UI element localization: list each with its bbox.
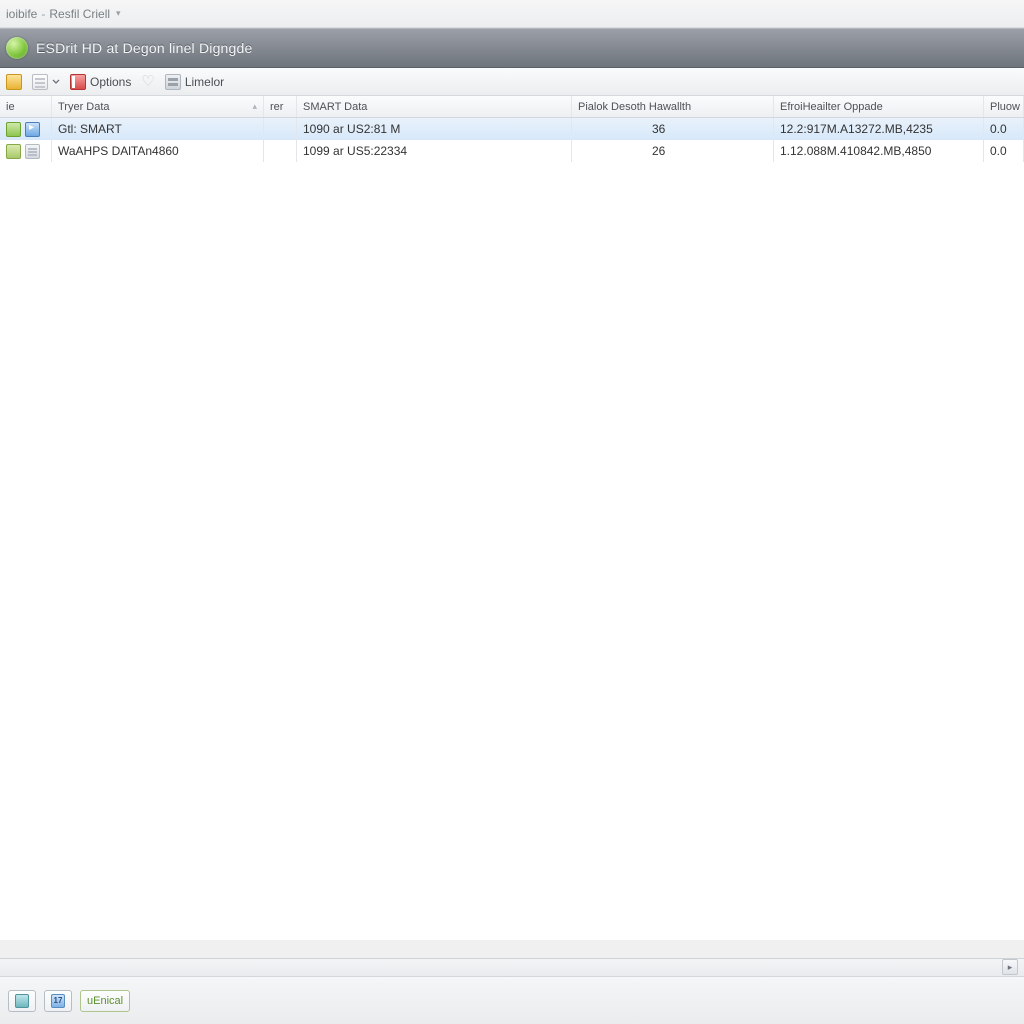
folder-icon [6, 74, 22, 90]
toolbar-sheet-dropdown[interactable] [32, 74, 60, 90]
toolbar-options-button[interactable]: Options [70, 74, 131, 90]
column-header-oppade[interactable]: EfroiHeailter Oppade [774, 96, 984, 117]
table-row[interactable]: WaAHPS DAlTAn4860 1099 ar US5:22334 26 1… [0, 140, 1024, 162]
row-health: 36 [652, 122, 665, 136]
app-header: ESDrit HD at Degon linel Digngde [0, 28, 1024, 68]
row-smart: 1090 ar US2:81 M [303, 122, 400, 136]
table-header: ie Tryer Data▴ rer SMART Data Pialok Des… [0, 96, 1024, 118]
square-teal-icon [15, 994, 29, 1008]
statusbar-button-1[interactable] [8, 990, 36, 1012]
status-icon [6, 144, 21, 159]
toolbar-favorite-button[interactable]: ♡ [141, 74, 154, 89]
table-body: Gtl: SMART 1090 ar US2:81 M 36 12.2:917M… [0, 118, 1024, 940]
column-header-pluow[interactable]: Pluow [984, 96, 1024, 117]
main-toolbar: Options ♡ Limelor [0, 68, 1024, 96]
status-icon [6, 122, 21, 137]
row-name: Gtl: SMART [58, 122, 122, 136]
heart-icon: ♡ [141, 74, 154, 89]
horizontal-scroll-track[interactable] [0, 958, 1024, 976]
titlebar-right-text: Resfil Criell [49, 7, 110, 21]
row-name: WaAHPS DAlTAn4860 [58, 144, 179, 158]
statusbar-button-2[interactable] [44, 990, 72, 1012]
titlebar-dropdown-icon[interactable]: ▾ [116, 8, 121, 19]
statusbar-uenical-button[interactable]: uEnical [80, 990, 130, 1012]
column-header-tryer-data[interactable]: Tryer Data▴ [52, 96, 264, 117]
toolbar-options-label: Options [90, 75, 131, 89]
drive-icon [25, 122, 40, 137]
titlebar-left-text: ioibife [6, 7, 37, 21]
toolbar-folder-button[interactable] [6, 74, 22, 90]
chevron-down-icon [52, 78, 60, 86]
row-smart: 1099 ar US5:22334 [303, 144, 407, 158]
column-header-rer[interactable]: rer [264, 96, 297, 117]
scroll-right-button[interactable]: ▸ [1002, 959, 1018, 975]
row-pluow: 0.0 [990, 144, 1007, 158]
status-bar: uEnical [0, 976, 1024, 1024]
row-pluow: 0.0 [990, 122, 1007, 136]
sheet-icon [32, 74, 48, 90]
drive-icon [25, 144, 40, 159]
row-oppade: 1.12.088M.410842.MB,4850 [780, 144, 931, 158]
flag-icon [70, 74, 86, 90]
stack-icon [165, 74, 181, 90]
app-orb-icon[interactable] [6, 37, 28, 59]
row-oppade: 12.2:917M.A13272.MB,4235 [780, 122, 933, 136]
table-row[interactable]: Gtl: SMART 1090 ar US2:81 M 36 12.2:917M… [0, 118, 1024, 140]
calendar-icon [51, 994, 65, 1008]
statusbar-button-label: uEnical [87, 995, 123, 1007]
column-header-ie[interactable]: ie [0, 96, 52, 117]
app-header-title: ESDrit HD at Degon linel Digngde [36, 40, 253, 56]
column-header-smart-data[interactable]: SMART Data [297, 96, 572, 117]
row-health: 26 [652, 144, 665, 158]
window-titlebar: ioibife - Resfil Criell ▾ [0, 0, 1024, 28]
toolbar-limelor-button[interactable]: Limelor [165, 74, 224, 90]
titlebar-separator: - [41, 7, 45, 21]
toolbar-limelor-label: Limelor [185, 75, 224, 89]
column-header-health[interactable]: Pialok Desoth Hawallth [572, 96, 774, 117]
sort-indicator-icon: ▴ [252, 101, 257, 112]
